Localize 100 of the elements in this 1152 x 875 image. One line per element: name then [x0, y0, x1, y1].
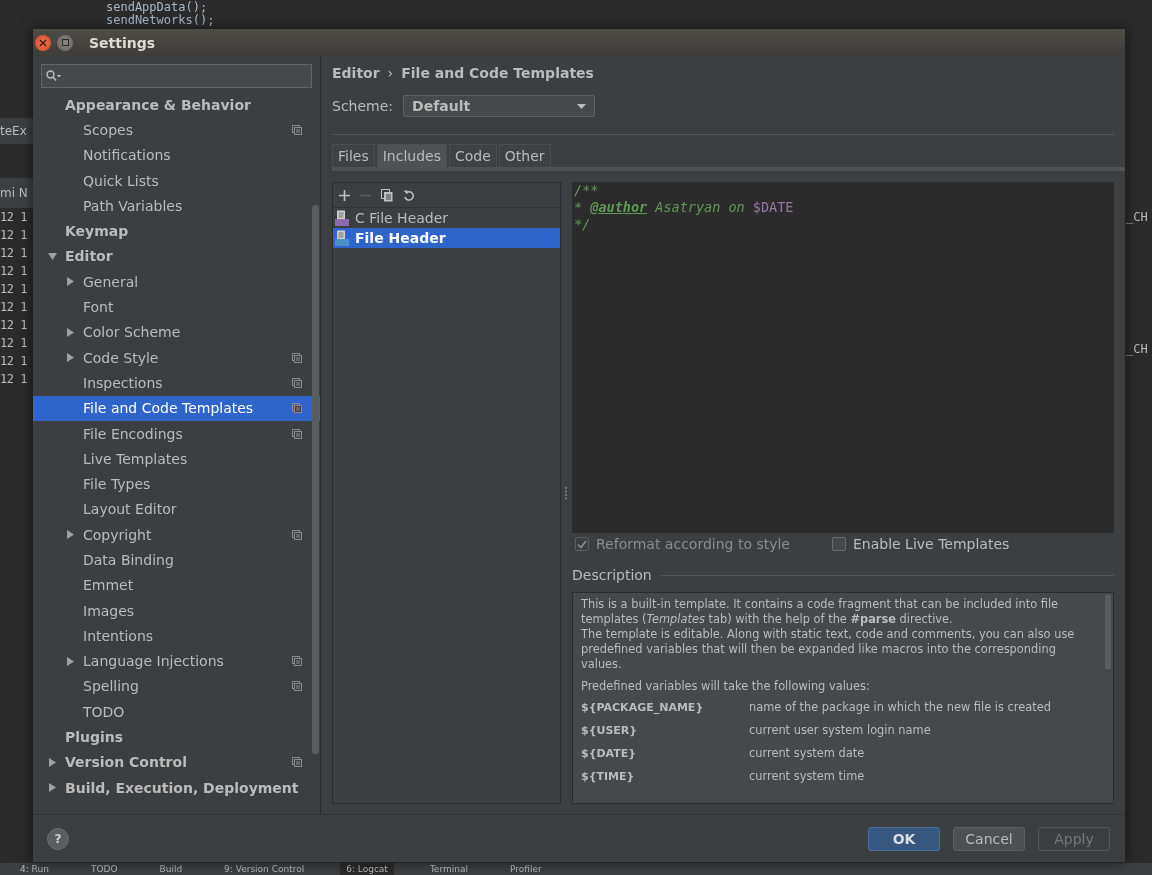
tool-window-tab[interactable]: TODO	[84, 863, 124, 875]
tree-item[interactable]: Version Control	[33, 749, 320, 775]
splitter-handle-icon[interactable]	[565, 486, 568, 500]
code-line: sendAppData();	[106, 1, 208, 14]
search-field[interactable]	[41, 64, 312, 88]
template-item[interactable]: File Header	[333, 228, 560, 248]
tab[interactable]: Files	[332, 144, 375, 167]
variable-description: current system time	[749, 769, 865, 785]
tree-item[interactable]: Plugins	[33, 724, 320, 750]
maximize-button[interactable]	[57, 34, 73, 51]
collapsed-arrow-icon[interactable]	[66, 327, 75, 337]
tree-item[interactable]: Copyright	[33, 522, 320, 548]
scheme-label: Scheme:	[332, 98, 394, 114]
template-editor[interactable]: /** * @author Asatryan on $DATE */	[572, 182, 1114, 533]
tree-item[interactable]: Quick Lists	[33, 167, 320, 194]
collapsed-arrow-icon[interactable]	[48, 783, 57, 793]
variable-name: ${PACKAGE_NAME}	[581, 700, 705, 716]
variable-name: ${DATE}	[581, 746, 638, 762]
log-line: 12 1	[0, 227, 28, 244]
tab[interactable]: Other	[498, 144, 551, 167]
expanded-arrow-icon[interactable]	[48, 251, 57, 261]
tool-window-tab[interactable]: Profiler	[503, 863, 548, 875]
description-text: The template is editable. Along with static text, code and comments, you can also use predefined variables that will then be expanded like macros into the corresponding values.	[581, 627, 1076, 672]
breadcrumb: File and Code Templates	[401, 65, 594, 81]
editor-tab[interactable]: teEx	[0, 118, 33, 144]
ok-button[interactable]: OK	[868, 826, 940, 851]
collapsed-arrow-icon[interactable]	[66, 656, 75, 666]
search-icon	[46, 70, 62, 82]
breadcrumb: Editor	[332, 65, 380, 81]
tree-item[interactable]: Code Style	[33, 344, 320, 371]
tree-item[interactable]: Layout Editor	[33, 496, 320, 523]
log-line: _CH	[1126, 342, 1149, 356]
tree-item[interactable]: File and Code Templates	[33, 395, 320, 421]
section-title: Description	[572, 567, 652, 583]
cancel-button[interactable]: Cancel	[953, 826, 1025, 851]
tree-item[interactable]: Live Templates	[33, 446, 320, 472]
tool-window-tab[interactable]: 4: Run	[14, 863, 55, 875]
tab[interactable]: Code	[449, 144, 497, 167]
tree-item[interactable]: Path Variables	[33, 193, 320, 219]
tree-item[interactable]: Build, Execution, Deployment	[33, 775, 320, 801]
tool-window-tab[interactable]: Terminal	[423, 863, 474, 875]
variable-description: name of the package in which the new file is created	[749, 700, 1051, 716]
collapsed-arrow-icon[interactable]	[66, 353, 75, 363]
description-text: Predefined variables will take the following values:	[581, 679, 871, 694]
scheme-dropdown[interactable]: Default	[403, 95, 596, 117]
add-icon[interactable]	[339, 189, 350, 201]
close-button[interactable]	[35, 34, 51, 51]
tree-item[interactable]: Language Injections	[33, 648, 320, 674]
template-file-icon	[335, 230, 351, 246]
variable-description: current system date	[749, 746, 865, 762]
breadcrumb-separator: ›	[387, 65, 394, 81]
tree-item[interactable]: Appearance & Behavior	[33, 92, 320, 118]
tree-item[interactable]: Notifications	[33, 142, 320, 168]
tool-window-tab[interactable]: Build	[153, 863, 189, 875]
tree-item[interactable]: Emmet	[33, 572, 320, 598]
log-line: 12 1	[0, 299, 28, 316]
log-line: 12 1	[0, 209, 28, 226]
variable-name: ${USER}	[581, 723, 639, 739]
tree-item[interactable]: Data Binding	[33, 547, 320, 573]
collapsed-arrow-icon[interactable]	[66, 277, 75, 287]
tree-item[interactable]: Inspections	[33, 370, 320, 396]
collapsed-arrow-icon[interactable]	[66, 530, 75, 540]
tree-item[interactable]: Spelling	[33, 673, 320, 700]
tree-item[interactable]: File Types	[33, 471, 320, 497]
tree-item[interactable]: TODO	[33, 699, 320, 725]
template-file-icon	[335, 210, 351, 226]
maximize-icon	[61, 39, 69, 46]
variable-description: current user system login name	[749, 723, 931, 739]
scrollbar[interactable]	[312, 205, 319, 754]
tree-item[interactable]: Images	[33, 597, 320, 624]
tree-item[interactable]: General	[33, 269, 320, 295]
dropdown-arrow-icon	[577, 103, 587, 109]
column-header: mi N	[0, 178, 33, 208]
checkbox-option[interactable]: Enable Live Templates	[832, 536, 1010, 552]
variable-name: ${TIME}	[581, 769, 636, 785]
log-line: 12 1	[0, 245, 28, 262]
log-line: 12 1	[0, 353, 28, 370]
log-line: 12 1	[0, 281, 28, 298]
tab[interactable]: Includes	[376, 144, 447, 167]
tool-window-tab[interactable]: 9: Version Control	[218, 863, 311, 875]
tree-item[interactable]: File Encodings	[33, 420, 320, 447]
tree-item[interactable]: Color Scheme	[33, 319, 320, 345]
collapsed-arrow-icon[interactable]	[48, 757, 57, 767]
tree-item[interactable]: Keymap	[33, 218, 320, 244]
log-line: 12 1	[0, 317, 28, 334]
undo-icon[interactable]	[403, 189, 415, 201]
tool-window-tab[interactable]: 6: Logcat	[340, 863, 394, 875]
log-line: 12 1	[0, 263, 28, 280]
log-line: _CH	[1126, 210, 1149, 224]
tree-item[interactable]: Scopes	[33, 117, 320, 143]
tree-item[interactable]: Font	[33, 294, 320, 320]
template-item[interactable]: C File Header	[333, 208, 560, 228]
tree-item[interactable]: Intentions	[33, 623, 320, 649]
copy-icon[interactable]	[381, 188, 393, 202]
close-icon	[39, 38, 47, 47]
log-line: 12 1	[0, 335, 28, 352]
help-button[interactable]: ?	[47, 827, 69, 850]
description-text: This is a built-in template. It contains a code fragment that can be included into file templates (Templates tab) with the help of the #parse directive.	[581, 597, 1060, 627]
code-line: sendNetworks();	[106, 14, 215, 27]
tree-item[interactable]: Editor	[33, 243, 320, 270]
